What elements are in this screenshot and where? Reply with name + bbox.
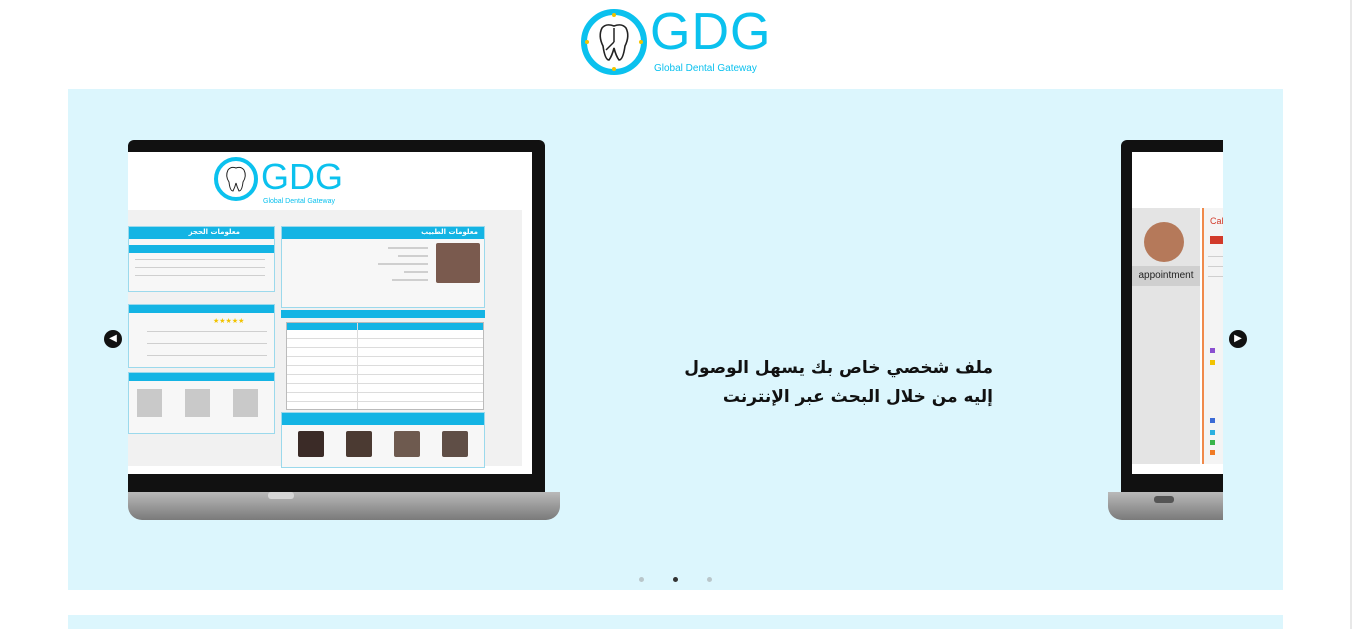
carousel-dot-3[interactable] bbox=[707, 577, 713, 582]
feature-carousel: GDG Global Dental Gateway معلومات الطبيب bbox=[68, 89, 1283, 590]
carousel-dot-2[interactable] bbox=[673, 577, 678, 582]
tooth-clock-icon bbox=[581, 9, 647, 75]
laptop-screen: GDG Global Dental Gateway معلومات الطبيب bbox=[128, 152, 532, 474]
calendar-label: Cal bbox=[1210, 216, 1223, 226]
team-panel bbox=[281, 412, 485, 468]
mini-logo: GDG Global Dental Gateway bbox=[213, 156, 343, 212]
slide-caption-line-1: ملف شخصي خاص بك يسهل الوصول bbox=[684, 358, 993, 378]
logo-brand-text: GDG bbox=[650, 3, 772, 61]
logo-tagline: Global Dental Gateway bbox=[654, 63, 757, 74]
booking-panel-title: معلومات الحجز bbox=[188, 228, 240, 236]
chevron-left-icon: ◀ bbox=[109, 333, 117, 344]
next-slide-avatar-label: appointment bbox=[1132, 266, 1200, 286]
slide-caption: ملف شخصي خاص بك يسهل الوصول إليه من خلال… bbox=[663, 354, 993, 412]
mini-logo-brand: GDG bbox=[261, 156, 344, 197]
laptop-mockup: GDG Global Dental Gateway معلومات الطبيب bbox=[128, 140, 568, 540]
carousel-next-button[interactable]: ▶ bbox=[1229, 330, 1247, 348]
doctor-photo bbox=[436, 243, 480, 283]
mini-tooth-clock-icon bbox=[214, 157, 258, 201]
carousel-dot-1[interactable] bbox=[638, 577, 644, 582]
schedule-table bbox=[286, 322, 484, 410]
carousel-pagination bbox=[68, 567, 1283, 586]
next-section bbox=[68, 615, 1283, 629]
carousel-prev-button[interactable]: ◀ bbox=[104, 330, 122, 348]
doctor-info-panel: معلومات الطبيب bbox=[281, 226, 485, 308]
booking-panel: معلومات الحجز bbox=[128, 226, 275, 292]
carousel-viewport: GDG Global Dental Gateway معلومات الطبيب bbox=[128, 140, 1223, 540]
laptop-mockup-next: appointment Cal bbox=[1108, 140, 1223, 540]
slide-caption-line-2: إليه من خلال البحث عبر الإنترنت bbox=[722, 387, 993, 407]
next-slide-calendar: Cal bbox=[1202, 208, 1223, 464]
gallery-panel bbox=[128, 372, 275, 434]
site-logo[interactable]: GDG Global Dental Gateway bbox=[580, 3, 772, 80]
reviews-panel: ★★★★★ bbox=[128, 304, 275, 368]
doctor-panel-title: معلومات الطبيب bbox=[421, 228, 478, 236]
chevron-right-icon: ▶ bbox=[1234, 333, 1242, 344]
next-slide-avatar bbox=[1144, 222, 1184, 262]
laptop-screen-next: appointment Cal bbox=[1132, 152, 1223, 474]
mini-logo-tagline: Global Dental Gateway bbox=[263, 198, 335, 205]
